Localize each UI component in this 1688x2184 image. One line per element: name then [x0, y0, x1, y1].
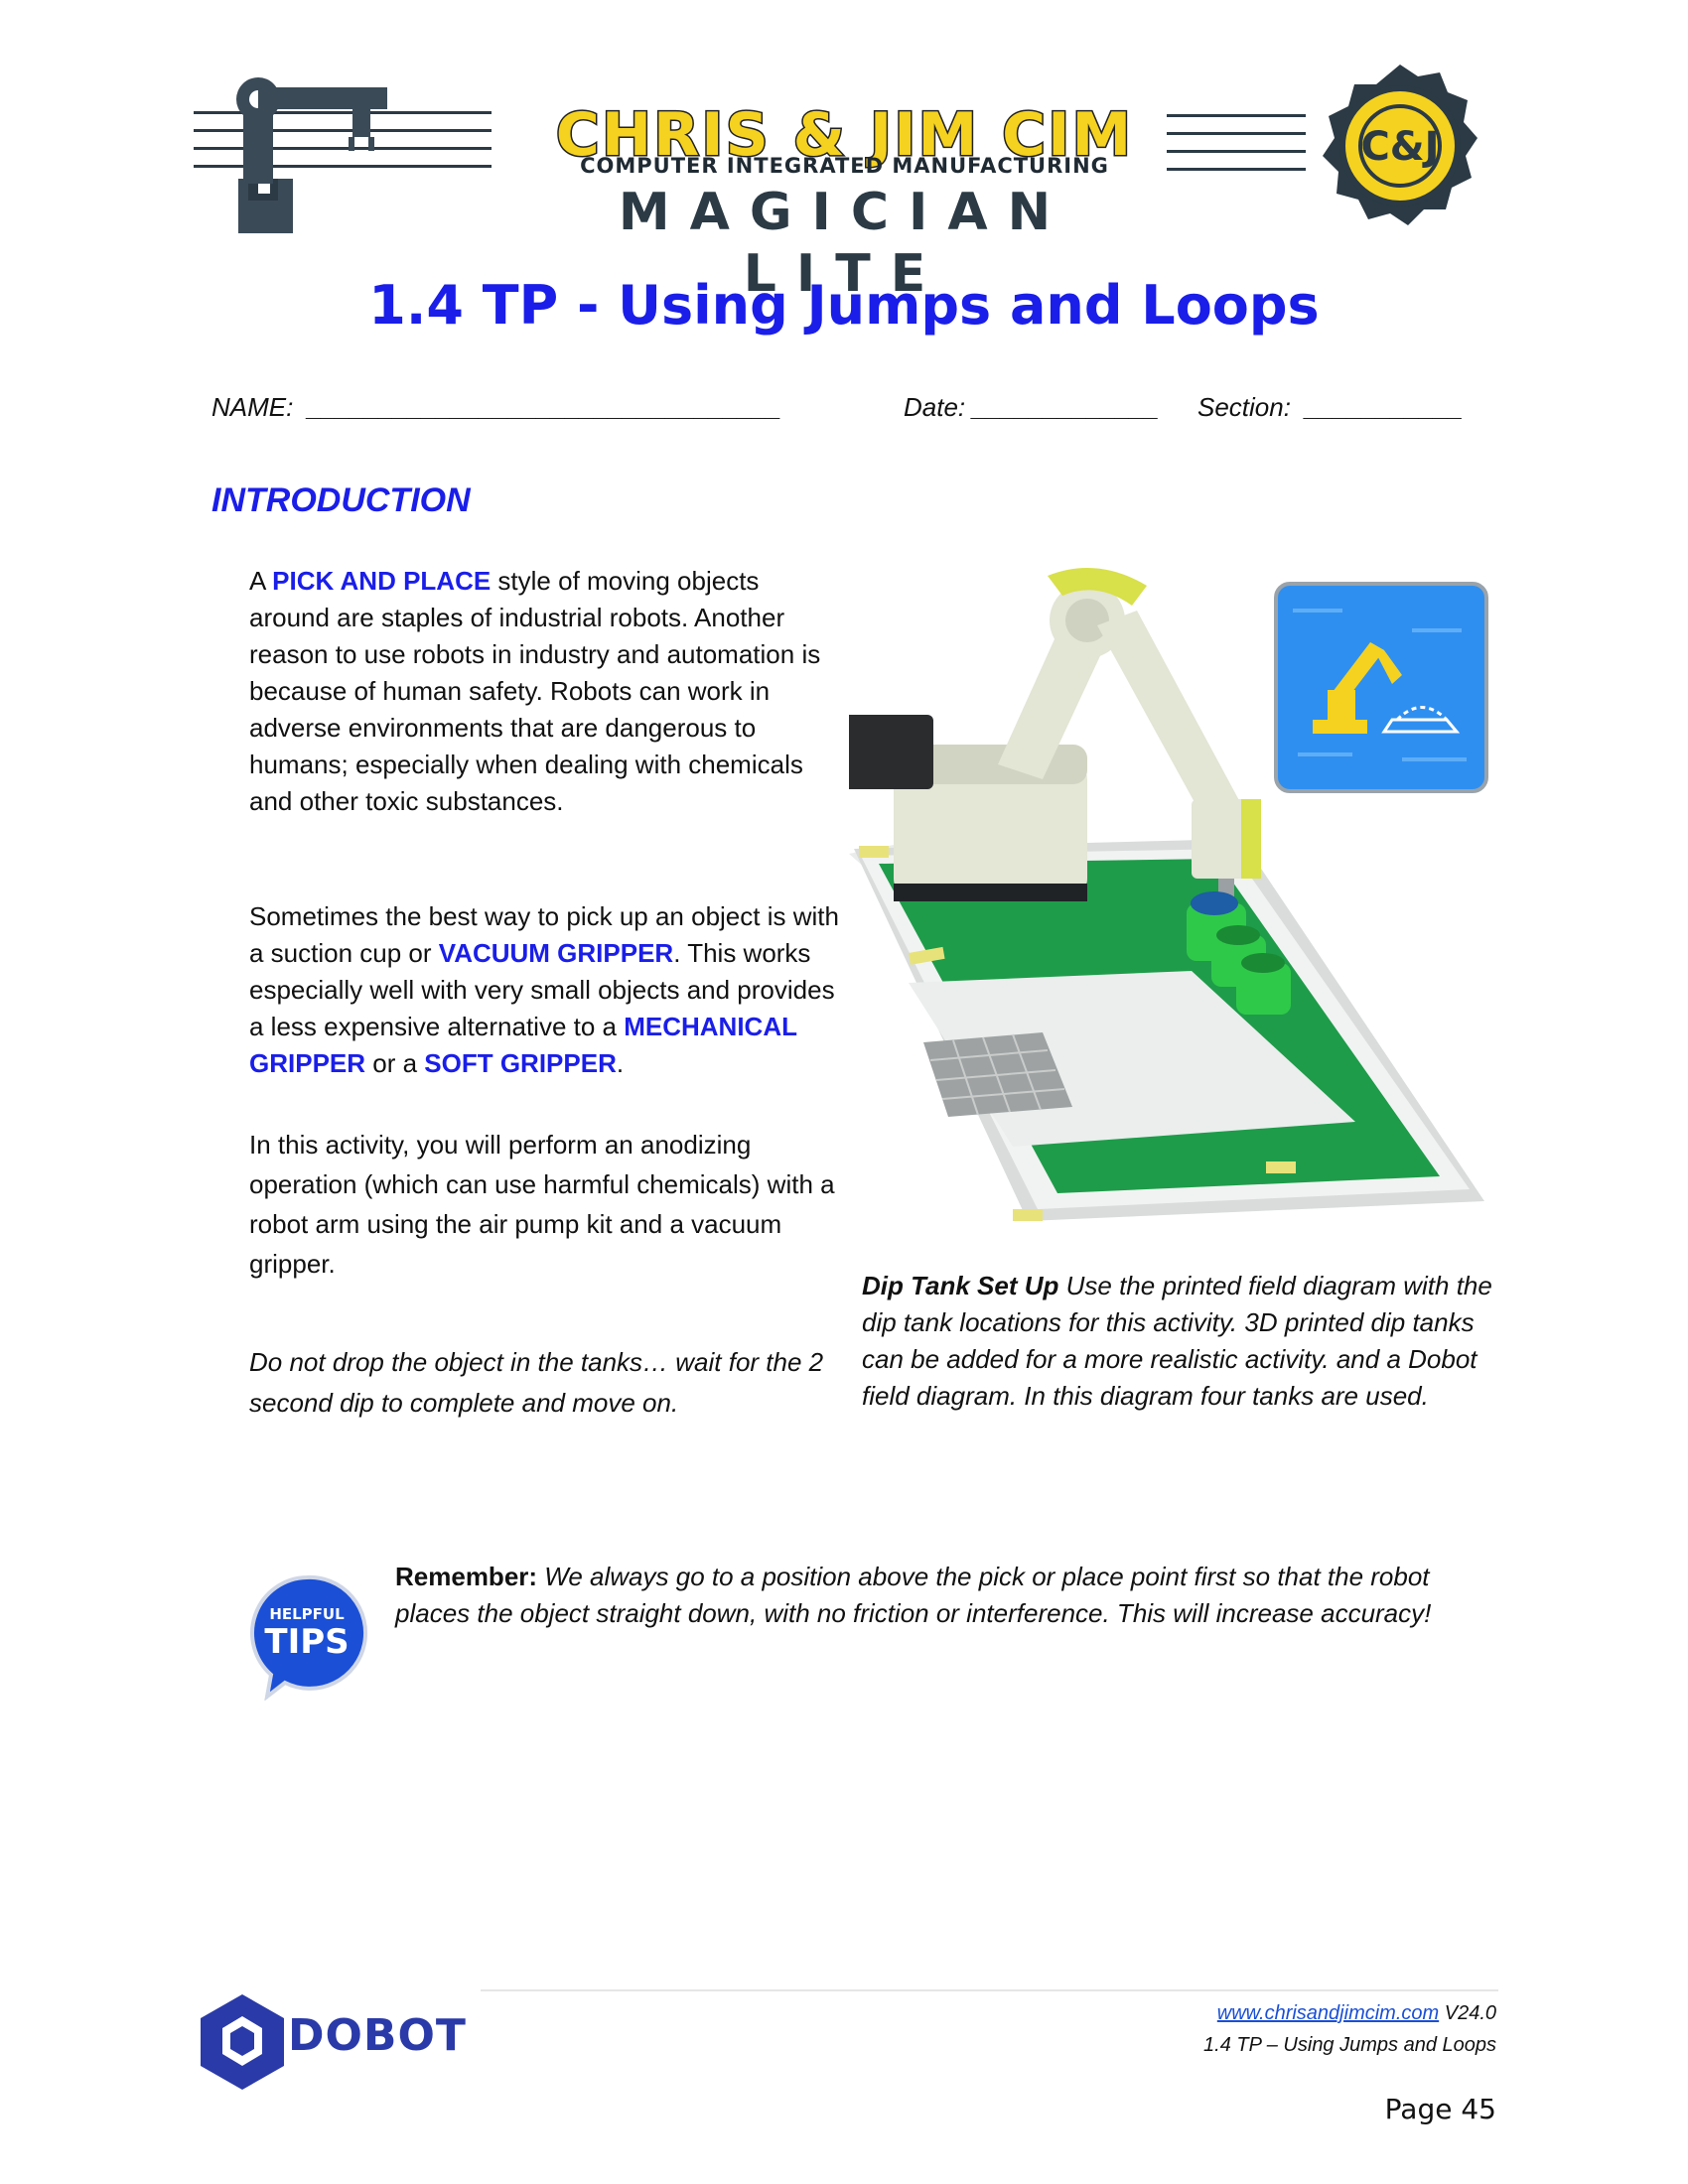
dip-tank-caption: Dip Tank Set Up Use the printed field di…: [862, 1271, 1492, 1411]
cj-gear-badge-icon: C&J: [1323, 65, 1477, 225]
keyword-vacuum-gripper: VACUUM GRIPPER: [438, 938, 674, 968]
brand-subtitle: COMPUTER INTEGRATED MANUFACTURING: [580, 154, 1109, 178]
intro-paragraph-2: Sometimes the best way to pick up an obj…: [249, 901, 839, 1078]
tips-badge-line2: TIPS: [264, 1622, 349, 1662]
helpful-tips-icon: HELPFUL TIPS: [250, 1574, 368, 1701]
footer-link-line: www.chrisandjimcim.com V24.0: [1216, 2002, 1496, 2024]
robot-arm-silhouette-icon: [236, 77, 387, 233]
name-field[interactable]: NAME: _________________________________: [211, 392, 781, 423]
introduction-heading: INTRODUCTION: [211, 481, 471, 519]
svg-text:C&J: C&J: [1360, 124, 1439, 170]
helpful-tip-text: Remember: We always go to a position abo…: [395, 1562, 1432, 1628]
intro-warning-note: Do not drop the object in the tanks… wai…: [249, 1347, 824, 1418]
dobot-hexagon-icon: [201, 1994, 284, 2090]
header-banner: CHRIS & JIM CIM COMPUTER INTEGRATED MANU…: [194, 55, 1504, 304]
footer-subtitle: 1.4 TP – Using Jumps and Loops: [1203, 2034, 1496, 2056]
tips-badge-line1: HELPFUL: [269, 1605, 345, 1623]
keyword-pick-and-place: PICK AND PLACE: [272, 566, 492, 596]
date-field[interactable]: Date: _____________: [904, 392, 1159, 423]
dobot-logo-text: DOBOT: [288, 2010, 467, 2061]
section-field[interactable]: Section: ___________: [1197, 392, 1463, 423]
intro-paragraph-3: In this activity, you will perform an an…: [249, 1130, 835, 1279]
page-title: 1.4 TP - Using Jumps and Loops: [368, 274, 1320, 337]
page-number: Page 45: [1384, 2093, 1496, 2125]
keyword-soft-gripper: SOFT GRIPPER: [424, 1048, 617, 1078]
robot-arm-app-icon: [1274, 582, 1488, 793]
footer-divider: [481, 1989, 1498, 1991]
website-link[interactable]: www.chrisandjimcim.com: [1217, 2002, 1439, 2024]
caption-label: Dip Tank Set Up: [862, 1271, 1059, 1300]
intro-paragraph-1: A PICK AND PLACE style of moving objects…: [249, 566, 821, 816]
brand-product-name: MAGICIAN LITE: [618, 183, 1071, 304]
tip-label: Remember:: [395, 1562, 538, 1591]
